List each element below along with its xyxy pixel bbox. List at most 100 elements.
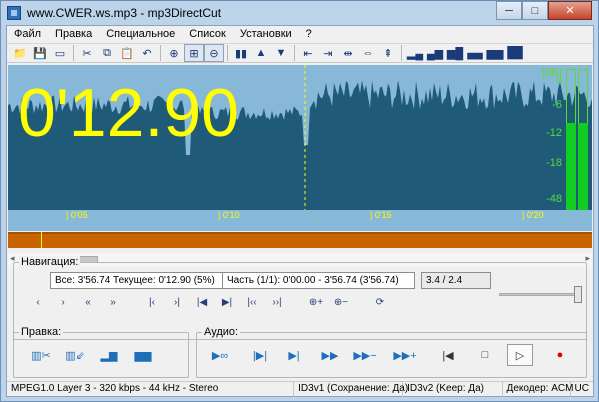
volume-slider-thumb[interactable] xyxy=(574,286,582,303)
db-tick: 0 xyxy=(555,75,562,87)
refresh-button[interactable]: ⟳ xyxy=(370,294,390,310)
zoom-out-button[interactable]: ⊖ xyxy=(204,44,224,62)
rewind-button[interactable]: ‹ xyxy=(28,294,48,310)
position-cursor[interactable] xyxy=(41,232,42,248)
maximize-button[interactable]: □ xyxy=(522,1,548,20)
mark-begin-button[interactable]: ⇤ xyxy=(298,44,318,62)
zoom-in-button[interactable]: ⊕ xyxy=(164,44,184,62)
fast-forward-button[interactable]: » xyxy=(103,294,123,310)
edit-cut-button[interactable]: ▥✂ xyxy=(28,344,54,366)
zoom-in-icon: ⊕ xyxy=(169,47,179,60)
edit-label: Правка: xyxy=(19,326,64,338)
cue-button[interactable]: ⇞ xyxy=(378,44,398,62)
cut-button[interactable]: ✂ xyxy=(77,44,97,62)
minimize-button[interactable]: ─ xyxy=(496,1,522,20)
mark-end-button[interactable]: ⇥ xyxy=(318,44,338,62)
current-time-display: 0'12.90 xyxy=(18,75,239,151)
status-id3v1: ID3v1 (Сохранение: Да) xyxy=(294,382,408,397)
level-3-button[interactable]: ▆█ xyxy=(445,44,465,62)
play-from-button[interactable]: ▶▶ xyxy=(317,344,343,366)
edit-fade-button[interactable]: ▂▆ xyxy=(96,344,122,366)
menu-item-2[interactable]: Специальное xyxy=(99,28,182,40)
level-4-button[interactable]: ▄▄ xyxy=(465,44,485,62)
zoom-plus-icon: ⊕+ xyxy=(308,296,324,308)
volume-icon: ▮▮ xyxy=(234,47,248,60)
zoom-minus-button[interactable]: ⊕− xyxy=(331,294,351,310)
play-button[interactable]: ▷ xyxy=(507,344,533,366)
level-6-button[interactable]: ██ xyxy=(505,44,525,62)
position-bar[interactable] xyxy=(8,232,592,248)
fade-in-button[interactable]: ▲ xyxy=(251,44,271,62)
to-mark-start-button[interactable]: |‹ xyxy=(142,294,162,310)
volume-button[interactable]: ▮▮ xyxy=(231,44,251,62)
fast-rewind-icon: « xyxy=(85,296,91,308)
waveform-display[interactable]: 0'12.90 [dB] 0 -6 -12 -18 -48 | 0'05 | 0'10 | … xyxy=(8,65,592,231)
fast-rewind-button[interactable]: « xyxy=(78,294,98,310)
copy-button[interactable]: ⧉ xyxy=(97,44,117,62)
navigation-label: Навигация: xyxy=(19,256,81,268)
navigation-buttons: ‹ › « » |‹ ›| |◀ ▶| |‹‹ ››| ⊕+ ⊕− ⟳ xyxy=(28,294,395,310)
play-plus-button[interactable]: ▶▶+ xyxy=(392,344,418,366)
skip-start-icon: |◀ xyxy=(442,349,454,362)
zoom-fit-button[interactable]: ⊞ xyxy=(184,44,204,62)
audio-label: Аудио: xyxy=(202,326,241,338)
edit-cut-icon: ▥✂ xyxy=(31,349,51,362)
toolbar-separator xyxy=(294,45,295,61)
menu-item-0[interactable]: Файл xyxy=(7,28,48,40)
skip-start-button[interactable]: |◀ xyxy=(435,344,461,366)
menu-item-1[interactable]: Правка xyxy=(48,28,99,40)
window-title: www.CWER.ws.mp3 - mp3DirectCut xyxy=(27,6,222,20)
time-axis: | 0'05 | 0'10 | 0'15 | 0'20 xyxy=(8,210,592,231)
split-icon: ⇹ xyxy=(343,47,353,60)
time-tick: | 0'15 xyxy=(370,210,392,220)
to-mark-end-icon: ›| xyxy=(174,296,180,308)
paste-button[interactable]: 📋 xyxy=(117,44,137,62)
to-start-button[interactable]: |◀ xyxy=(192,294,212,310)
title-bar[interactable]: www.CWER.ws.mp3 - mp3DirectCut ─ □ ✕ xyxy=(1,1,598,25)
play-minus-button[interactable]: ▶▶− xyxy=(352,344,378,366)
level-button[interactable]: ▂▄ xyxy=(405,44,425,62)
level-meter: [dB] 0 -6 -12 -18 -48 xyxy=(512,65,592,210)
select-button[interactable]: ⇔ xyxy=(358,44,378,62)
open-button[interactable]: 📁 xyxy=(10,44,30,62)
forward-button[interactable]: › xyxy=(53,294,73,310)
fade-in-icon: ▲ xyxy=(255,47,267,59)
prev-cue-button[interactable]: |‹‹ xyxy=(242,294,262,310)
zoom-plus-button[interactable]: ⊕+ xyxy=(306,294,326,310)
menu-item-4[interactable]: Установки xyxy=(233,28,299,40)
menu-item-5[interactable]: ? xyxy=(299,28,319,40)
ratio-field: 3.4 / 2.4 xyxy=(421,272,491,289)
save-as-button[interactable]: ▭ xyxy=(50,44,70,62)
toolbar-separator xyxy=(227,45,228,61)
split-button[interactable]: ⇹ xyxy=(338,44,358,62)
record-button[interactable]: ● xyxy=(547,344,573,366)
rewind-icon: ‹ xyxy=(36,296,40,308)
to-mark-end-button[interactable]: ›| xyxy=(167,294,187,310)
to-end-icon: ▶| xyxy=(221,296,233,308)
play-end-button[interactable]: ▶| xyxy=(281,344,307,366)
close-button[interactable]: ✕ xyxy=(548,1,592,20)
fade-out-button[interactable]: ▼ xyxy=(271,44,291,62)
level-2-button[interactable]: ▄▆ xyxy=(425,44,445,62)
play-loop-button[interactable]: ▶∞ xyxy=(207,344,233,366)
save-button[interactable]: 💾 xyxy=(30,44,50,62)
status-decoder: Декодер: ACM xyxy=(503,382,573,397)
to-end-button[interactable]: ▶| xyxy=(217,294,237,310)
stop-button[interactable]: □ xyxy=(472,344,498,366)
volume-slider-track[interactable] xyxy=(499,293,575,296)
edit-paste-button[interactable]: ▥⇙ xyxy=(62,344,88,366)
play-selection-button[interactable]: |▶| xyxy=(247,344,273,366)
edit-normalize-button[interactable]: ▆▆ xyxy=(130,344,156,366)
record-icon: ● xyxy=(556,349,564,361)
menu-item-3[interactable]: Список xyxy=(182,28,233,40)
undo-button[interactable]: ↶ xyxy=(137,44,157,62)
to-mark-start-icon: |‹ xyxy=(149,296,155,308)
time-tick: | 0'10 xyxy=(218,210,240,220)
play-plus-icon: ▶▶+ xyxy=(393,349,417,362)
zoom-out-icon: ⊖ xyxy=(209,47,219,60)
level-5-button[interactable]: ▆▆ xyxy=(485,44,505,62)
play-from-icon: ▶▶ xyxy=(321,349,339,362)
next-cue-button[interactable]: ››| xyxy=(267,294,287,310)
play-icon: ▷ xyxy=(515,349,525,362)
forward-icon: › xyxy=(61,296,65,308)
